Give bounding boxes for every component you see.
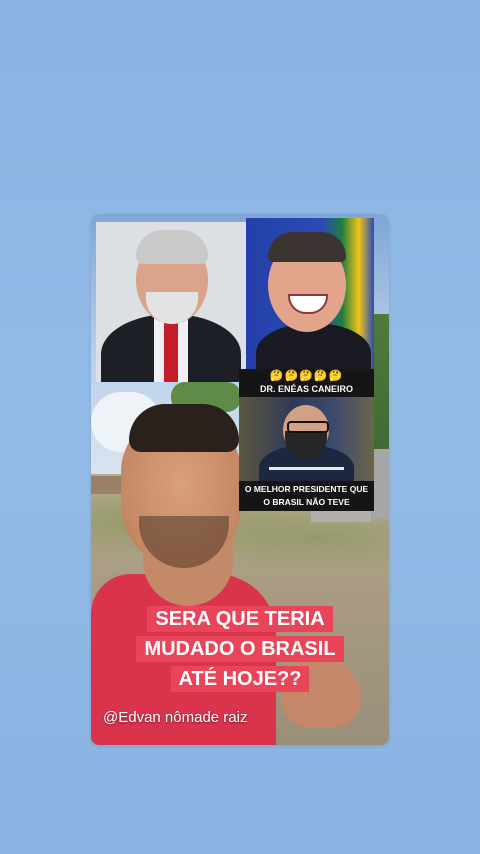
caption-bottom-line1: O MELHOR PRESIDENTE QUE bbox=[244, 484, 369, 494]
overlay-text-3: ATÉ HOJE?? bbox=[170, 666, 310, 692]
stage-light bbox=[269, 467, 344, 470]
eneas-image bbox=[239, 397, 374, 481]
caption-bottom-line2: O BRASIL NÃO TEVE bbox=[263, 497, 350, 507]
overlay-line-2: MUDADO O BRASIL bbox=[91, 636, 389, 662]
overlay-text-2: MUDADO O BRASIL bbox=[136, 636, 344, 662]
story-card[interactable]: 🤔🤔🤔🤔🤔 DR. ENÉAS CANEIRO O MELHOR PRESIDE… bbox=[91, 214, 389, 745]
lula-image bbox=[96, 222, 246, 382]
bolsonaro-image bbox=[246, 218, 374, 369]
thinking-emojis: 🤔🤔🤔🤔🤔 bbox=[269, 370, 344, 382]
overlay-line-3: ATÉ HOJE?? bbox=[91, 666, 389, 692]
hair bbox=[136, 230, 208, 264]
red-tie bbox=[164, 322, 178, 382]
hair bbox=[268, 232, 346, 262]
caption-eneas-name: 🤔🤔🤔🤔🤔 DR. ENÉAS CANEIRO bbox=[239, 369, 374, 397]
caption-best-president: O MELHOR PRESIDENTE QUE O BRASIL NÃO TEV… bbox=[239, 481, 374, 511]
overlay-line-1: SERA QUE TERIA bbox=[91, 606, 389, 632]
glasses bbox=[287, 421, 329, 433]
hair bbox=[129, 404, 239, 452]
caption-top-text: DR. ENÉAS CANEIRO bbox=[259, 384, 353, 394]
overlay-text-1: SERA QUE TERIA bbox=[147, 606, 333, 632]
creator-handle[interactable]: @Edvan nômade raiz bbox=[103, 709, 247, 726]
